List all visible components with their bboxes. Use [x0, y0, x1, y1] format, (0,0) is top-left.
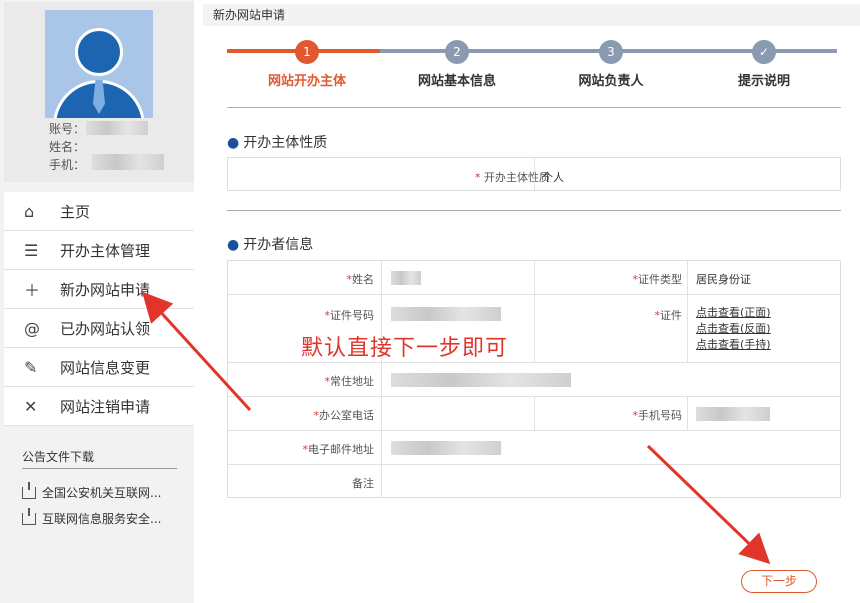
- phone-label: 手机：: [49, 158, 86, 172]
- annotation-text: 默认直接下一步即可: [301, 336, 509, 361]
- id-number-redacted: [391, 307, 501, 321]
- avatar: [45, 10, 153, 118]
- cert-label: *证件: [654, 309, 683, 322]
- step-label-2: 网站基本信息: [417, 74, 496, 89]
- id-type-value[interactable]: 居民身份证: [696, 271, 751, 287]
- entity-type-value[interactable]: 个人: [542, 169, 564, 185]
- sidebar: 账号： 姓名： 手机： ⌂ 主页 ☰ 开办主体管理 ＋ 新办网站申请 @ 已办网…: [0, 0, 194, 603]
- download-link-label: 互联网信息服务安全...: [42, 512, 162, 526]
- close-icon: ✕: [24, 396, 38, 416]
- sidebar-menu: ⌂ 主页 ☰ 开办主体管理 ＋ 新办网站申请 @ 已办网站认领 ✎ 网站信息变更…: [4, 192, 194, 426]
- sidebar-item-label: 开办主体管理: [60, 241, 151, 260]
- sidebar-item-cancel-website[interactable]: ✕ 网站注销申请: [4, 387, 194, 426]
- divider: [687, 261, 688, 295]
- divider: [534, 397, 535, 431]
- view-front-link[interactable]: 点击查看(正面): [696, 305, 771, 321]
- bullet-icon: ●: [227, 237, 240, 253]
- cert-links: 点击查看(正面) 点击查看(反面) 点击查看(手持): [696, 305, 771, 353]
- step-label-3: 网站负责人: [578, 74, 644, 89]
- avatar-head: [75, 28, 123, 76]
- account-label: 账号：: [49, 122, 86, 136]
- list-icon: ☰: [24, 240, 39, 260]
- page-title: 新办网站申请: [203, 4, 860, 26]
- divider: [381, 261, 382, 295]
- sidebar-item-label: 网站信息变更: [60, 358, 151, 377]
- step-circle-1: 1: [295, 40, 319, 64]
- divider: [534, 158, 535, 190]
- next-button[interactable]: 下一步: [741, 570, 817, 593]
- name-field-label: *姓名: [346, 273, 375, 286]
- divider: [381, 363, 382, 397]
- step-label-4: 提示说明: [737, 74, 790, 89]
- divider: [227, 107, 841, 108]
- remark-label: 备注: [352, 477, 374, 490]
- sidebar-item-label: 已办网站认领: [60, 319, 151, 338]
- stepper: 1 2 3 ✓ 网站开办主体 网站基本信息 网站负责人 提示说明: [227, 38, 837, 98]
- plus-icon: ＋: [24, 281, 41, 300]
- sidebar-item-new-website[interactable]: ＋ 新办网站申请: [4, 270, 194, 309]
- profile-card: 账号： 姓名： 手机：: [4, 2, 194, 182]
- account-value-redacted: [86, 121, 148, 135]
- divider: [381, 397, 382, 431]
- at-icon: @: [24, 318, 40, 338]
- sidebar-item-label: 主页: [60, 202, 91, 221]
- downloads-panel: 公告文件下载 全国公安机关互联网... 互联网信息服务安全...: [4, 436, 194, 603]
- name-label: 姓名：: [49, 140, 86, 154]
- sidebar-item-change-info[interactable]: ✎ 网站信息变更: [4, 348, 194, 387]
- download-icon: [22, 507, 36, 525]
- owner-info-form: *姓名 *证件类型 居民身份证 *证件号码 *证件 点击查看(正面) 点击查看(…: [227, 260, 841, 498]
- divider: [534, 295, 535, 363]
- section-title-owner-info: ● 开办者信息: [227, 237, 314, 253]
- divider: [381, 431, 382, 465]
- divider: [227, 210, 841, 211]
- name-value-redacted: [391, 271, 421, 285]
- mobile-label: *手机号码: [632, 409, 683, 422]
- address-value-redacted: [391, 373, 571, 387]
- id-number-label: *证件号码: [324, 309, 375, 322]
- form-row: *办公室电话 *手机号码: [228, 397, 840, 431]
- download-link[interactable]: 全国公安机关互联网...: [22, 481, 162, 501]
- home-icon: ⌂: [24, 201, 35, 221]
- step-circle-3: 3: [599, 40, 623, 64]
- edit-icon: ✎: [24, 357, 38, 377]
- office-phone-label: *办公室电话: [313, 409, 375, 422]
- download-link-label: 全国公安机关互联网...: [42, 486, 162, 500]
- bullet-icon: ●: [227, 135, 240, 151]
- sidebar-item-label: 新办网站申请: [60, 280, 151, 299]
- form-row: *电子邮件地址: [228, 431, 840, 465]
- step-label-1: 网站开办主体: [267, 74, 346, 89]
- divider: [22, 468, 177, 469]
- form-row: *常住地址: [228, 363, 840, 397]
- section-title-entity-type: ● 开办主体性质: [227, 135, 328, 151]
- divider: [687, 397, 688, 431]
- divider: [381, 465, 382, 498]
- divider: [687, 295, 688, 363]
- form-row: *姓名 *证件类型 居民身份证: [228, 261, 840, 295]
- address-label: *常住地址: [324, 375, 375, 388]
- step-circle-2: 2: [445, 40, 469, 64]
- email-value-redacted: [391, 441, 501, 455]
- sidebar-item-entity-management[interactable]: ☰ 开办主体管理: [4, 231, 194, 270]
- view-back-link[interactable]: 点击查看(反面): [696, 321, 771, 337]
- sidebar-item-claim-website[interactable]: @ 已办网站认领: [4, 309, 194, 348]
- main-content: 新办网站申请 1 2 3 ✓ 网站开办主体 网站基本信息 网站负责人 提示说明 …: [203, 0, 860, 603]
- view-handheld-link[interactable]: 点击查看(手持): [696, 337, 771, 353]
- download-icon: [22, 481, 36, 499]
- form-row: 备注: [228, 465, 840, 498]
- sidebar-item-label: 网站注销申请: [60, 397, 151, 416]
- phone-value-redacted: [92, 154, 164, 170]
- downloads-title: 公告文件下载: [22, 450, 95, 464]
- sidebar-item-home[interactable]: ⌂ 主页: [4, 192, 194, 231]
- entity-type-form: * 开办主体性质 个人: [227, 157, 841, 191]
- email-label: *电子邮件地址: [302, 443, 375, 456]
- download-link[interactable]: 互联网信息服务安全...: [22, 507, 162, 527]
- divider: [534, 261, 535, 295]
- mobile-value-redacted: [696, 407, 770, 421]
- id-type-label: *证件类型: [632, 273, 683, 286]
- check-icon: ✓: [752, 40, 776, 64]
